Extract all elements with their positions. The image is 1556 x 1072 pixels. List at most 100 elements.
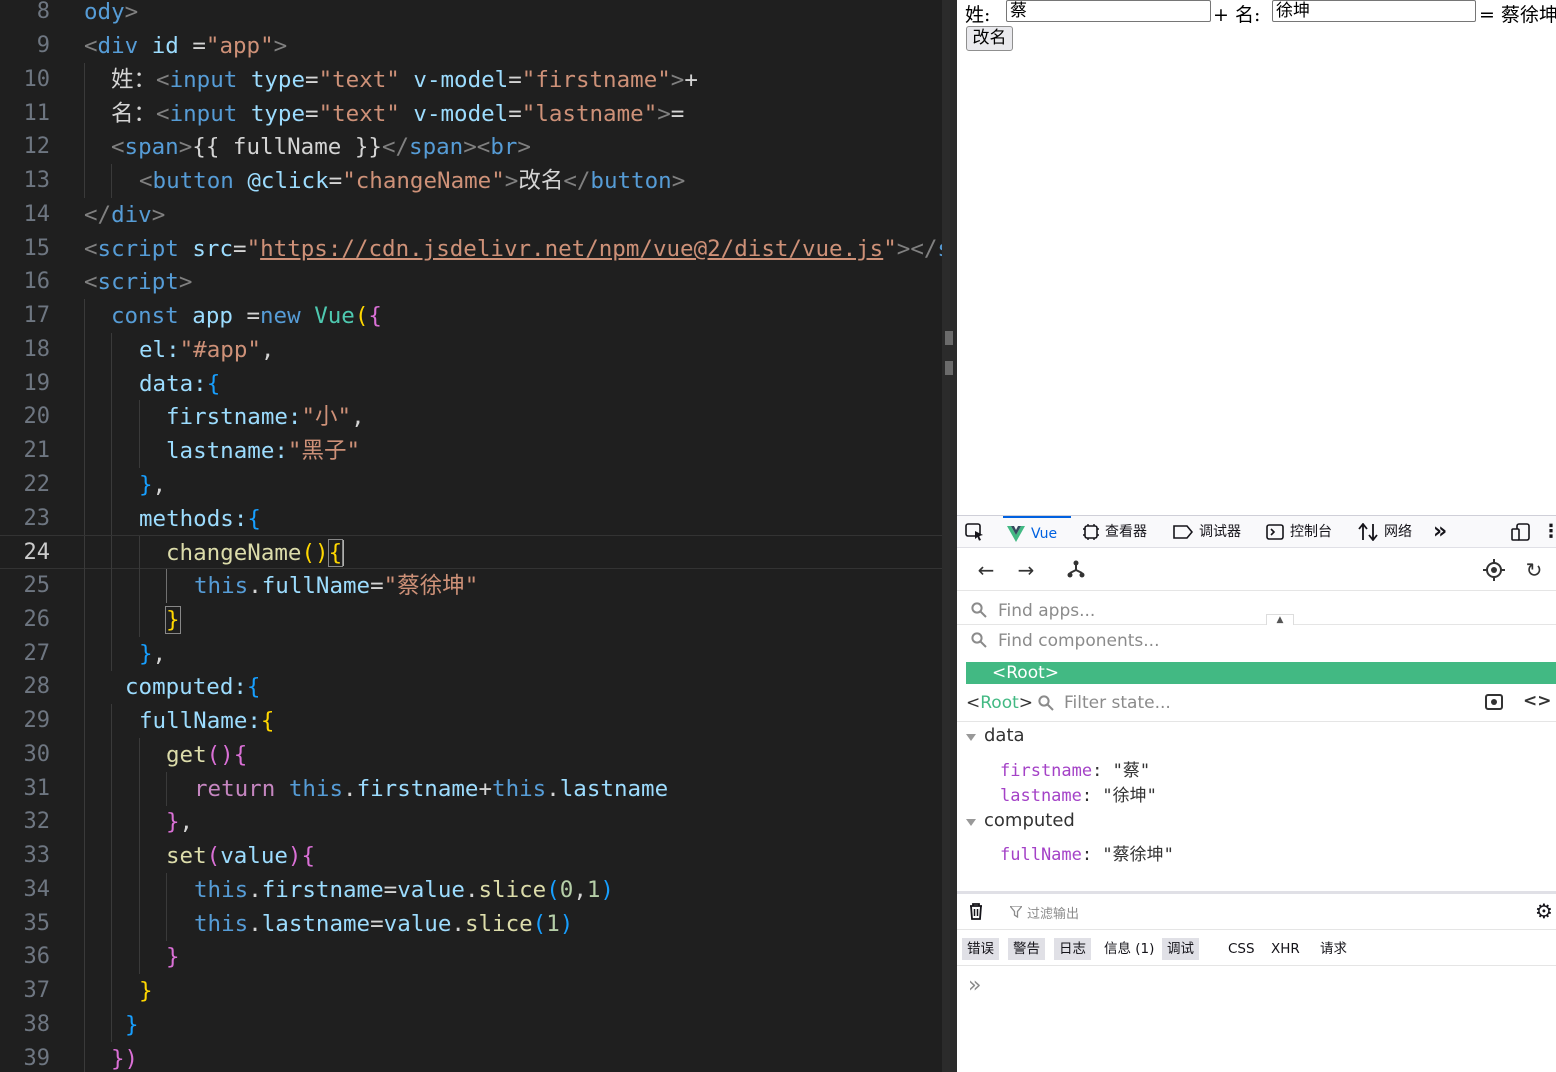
code-line[interactable]: 19 data:{ — [0, 367, 942, 401]
code-text: } — [125, 1012, 139, 1038]
find-apps-row[interactable]: Find apps... ▲ — [957, 597, 1556, 625]
code-line[interactable]: 21 lastname:"黑子" — [0, 434, 942, 468]
code-line[interactable]: 38 } — [0, 1008, 942, 1042]
rename-button[interactable]: 改名 — [966, 26, 1013, 51]
tab-inspector[interactable]: 查看器 — [1083, 516, 1147, 548]
tab-vue[interactable]: Vue — [1003, 516, 1071, 548]
dock-toggle-button[interactable] — [1511, 516, 1537, 548]
line-number: 38 — [23, 1012, 51, 1037]
state-property[interactable]: firstname: "蔡" — [1000, 756, 1150, 781]
data-section-title[interactable]: data — [984, 725, 1025, 746]
inspect-dom-icon[interactable] — [1485, 694, 1503, 710]
indent-guide — [139, 772, 140, 806]
code-line[interactable]: 16 <script> — [0, 265, 942, 299]
console-filter-xhr[interactable]: XHR — [1266, 938, 1305, 960]
vue-toolbar: ← → ↻ — [957, 549, 1556, 591]
script-src-link[interactable]: https://cdn.jsdelivr.net/npm/vue@2/dist/… — [260, 236, 883, 262]
code-line[interactable]: 8 ody> — [0, 0, 942, 29]
code-line[interactable]: 37 } — [0, 974, 942, 1008]
indent-guide — [84, 502, 85, 536]
code-text: computed:{ — [125, 674, 261, 700]
code-text: firstname:"小", — [166, 404, 365, 430]
code-line[interactable]: 36 } — [0, 940, 942, 974]
tab-network[interactable]: 网络 — [1358, 516, 1412, 548]
code-line[interactable]: 22 }, — [0, 468, 942, 502]
filter-state-input[interactable]: Filter state... — [1064, 693, 1171, 713]
console-input-prompt[interactable]: » — [968, 973, 981, 998]
line-number: 32 — [23, 809, 51, 834]
indent-guide — [84, 704, 85, 738]
code-line[interactable]: 15 <script src="https://cdn.jsdelivr.net… — [0, 232, 943, 266]
line-number: 11 — [23, 101, 51, 126]
code-line[interactable]: 33 set(value){ — [0, 839, 942, 873]
code-line[interactable]: 39 }) — [0, 1042, 942, 1072]
code-line[interactable]: 30 get(){ — [0, 738, 942, 772]
indent-guide — [139, 400, 140, 434]
code-line[interactable]: 32 }, — [0, 805, 942, 839]
code-line[interactable]: 35 this.lastname=value.slice(1) — [0, 907, 942, 941]
tab-debugger[interactable]: 调试器 — [1173, 516, 1241, 548]
code-line[interactable]: 11 名：<input type="text" v-model="lastnam… — [0, 97, 942, 131]
code-line[interactable]: 9 <div id ="app"> — [0, 29, 942, 63]
console-filter-input[interactable]: 过滤输出 — [1027, 903, 1079, 922]
trash-icon[interactable] — [968, 902, 984, 920]
collapse-caret-icon[interactable]: ▲ — [1266, 614, 1294, 625]
state-property[interactable]: fullName: "蔡徐坤" — [1000, 840, 1174, 865]
console-filter-debug[interactable]: 调试 — [1162, 938, 1199, 960]
code-line[interactable]: 20 firstname:"小", — [0, 400, 942, 434]
code-line[interactable]: 18 el:"#app", — [0, 333, 942, 367]
state-property[interactable]: lastname: "徐坤" — [1000, 781, 1157, 806]
forward-arrow-icon[interactable]: → — [1015, 559, 1037, 581]
code-line[interactable]: 17 const app =new Vue({ — [0, 299, 942, 333]
indent-guide — [84, 873, 85, 907]
code-line[interactable]: 13 <button @click="changeName">改名</butto… — [0, 164, 942, 198]
code-line[interactable]: 14 </div> — [0, 198, 942, 232]
indent-guide — [84, 569, 85, 603]
gear-icon[interactable]: ⚙ — [1535, 899, 1553, 923]
editor-scrollbar[interactable] — [942, 0, 957, 1072]
component-tree-icon[interactable] — [1065, 559, 1087, 581]
console-filter-css[interactable]: CSS — [1223, 938, 1260, 960]
find-apps-input[interactable]: Find apps... — [998, 601, 1095, 621]
code-line[interactable]: 34 this.firstname=value.slice(0,1) — [0, 873, 942, 907]
code-line[interactable]: 28 computed:{ — [0, 670, 942, 704]
console-filter-requests[interactable]: 请求 — [1315, 938, 1352, 960]
console-filter-logs[interactable]: 日志 — [1054, 938, 1091, 960]
computed-section-title[interactable]: computed — [984, 810, 1075, 831]
console-filter-errors[interactable]: 错误 — [962, 938, 999, 960]
line-number: 16 — [23, 269, 51, 294]
code-line[interactable]: 10 姓：<input type="text" v-model="firstna… — [0, 63, 942, 97]
code-editor[interactable]: 8 ody> 9 <div id ="app"> 10 姓：<input typ… — [0, 0, 942, 1072]
given-name-input[interactable]: 徐坤 — [1272, 0, 1476, 22]
code-line[interactable]: 12 <span>{{ fullName }}</span><br> — [0, 130, 942, 164]
back-arrow-icon[interactable]: ← — [975, 559, 997, 581]
code-line[interactable]: 29 fullName:{ — [0, 704, 942, 738]
rendered-page: 姓: 蔡 + 名: 徐坤 = 蔡徐坤 改名 — [957, 0, 1556, 515]
indent-guide — [111, 367, 112, 401]
line-number: 9 — [36, 33, 50, 58]
refresh-icon[interactable]: ↻ — [1523, 559, 1545, 581]
element-picker-button[interactable] — [965, 516, 989, 548]
code-view-icon[interactable]: <> — [1523, 691, 1552, 711]
data-section-caret-icon[interactable] — [966, 734, 976, 741]
console-filter-warnings[interactable]: 警告 — [1008, 938, 1045, 960]
code-line[interactable]: 26 } — [0, 603, 942, 637]
kebab-menu-icon[interactable]: ⋮ — [1542, 516, 1556, 548]
indent-guide — [111, 805, 112, 839]
code-text: }, — [139, 641, 167, 667]
more-tabs-button[interactable]: » — [1433, 516, 1447, 548]
code-text: }, — [166, 809, 194, 835]
code-line[interactable]: 27 }, — [0, 637, 942, 671]
computed-section-caret-icon[interactable] — [966, 819, 976, 826]
find-components-row[interactable]: Find components... — [957, 627, 1556, 655]
find-components-input[interactable]: Find components... — [998, 631, 1159, 651]
console-filter-info[interactable]: 信息 (1) — [1099, 938, 1159, 960]
code-line-active[interactable]: 24 changeName(){ — [0, 535, 942, 570]
code-line[interactable]: 23 methods:{ — [0, 502, 942, 536]
code-line[interactable]: 25 this.fullName="蔡徐坤" — [0, 569, 942, 603]
component-tree-root[interactable]: <Root> — [966, 662, 1556, 684]
surname-input[interactable]: 蔡 — [1006, 0, 1211, 22]
tab-console[interactable]: 控制台 — [1266, 516, 1332, 548]
select-component-target-icon[interactable] — [1483, 559, 1505, 581]
code-line[interactable]: 31 return this.firstname+this.lastname — [0, 772, 942, 806]
